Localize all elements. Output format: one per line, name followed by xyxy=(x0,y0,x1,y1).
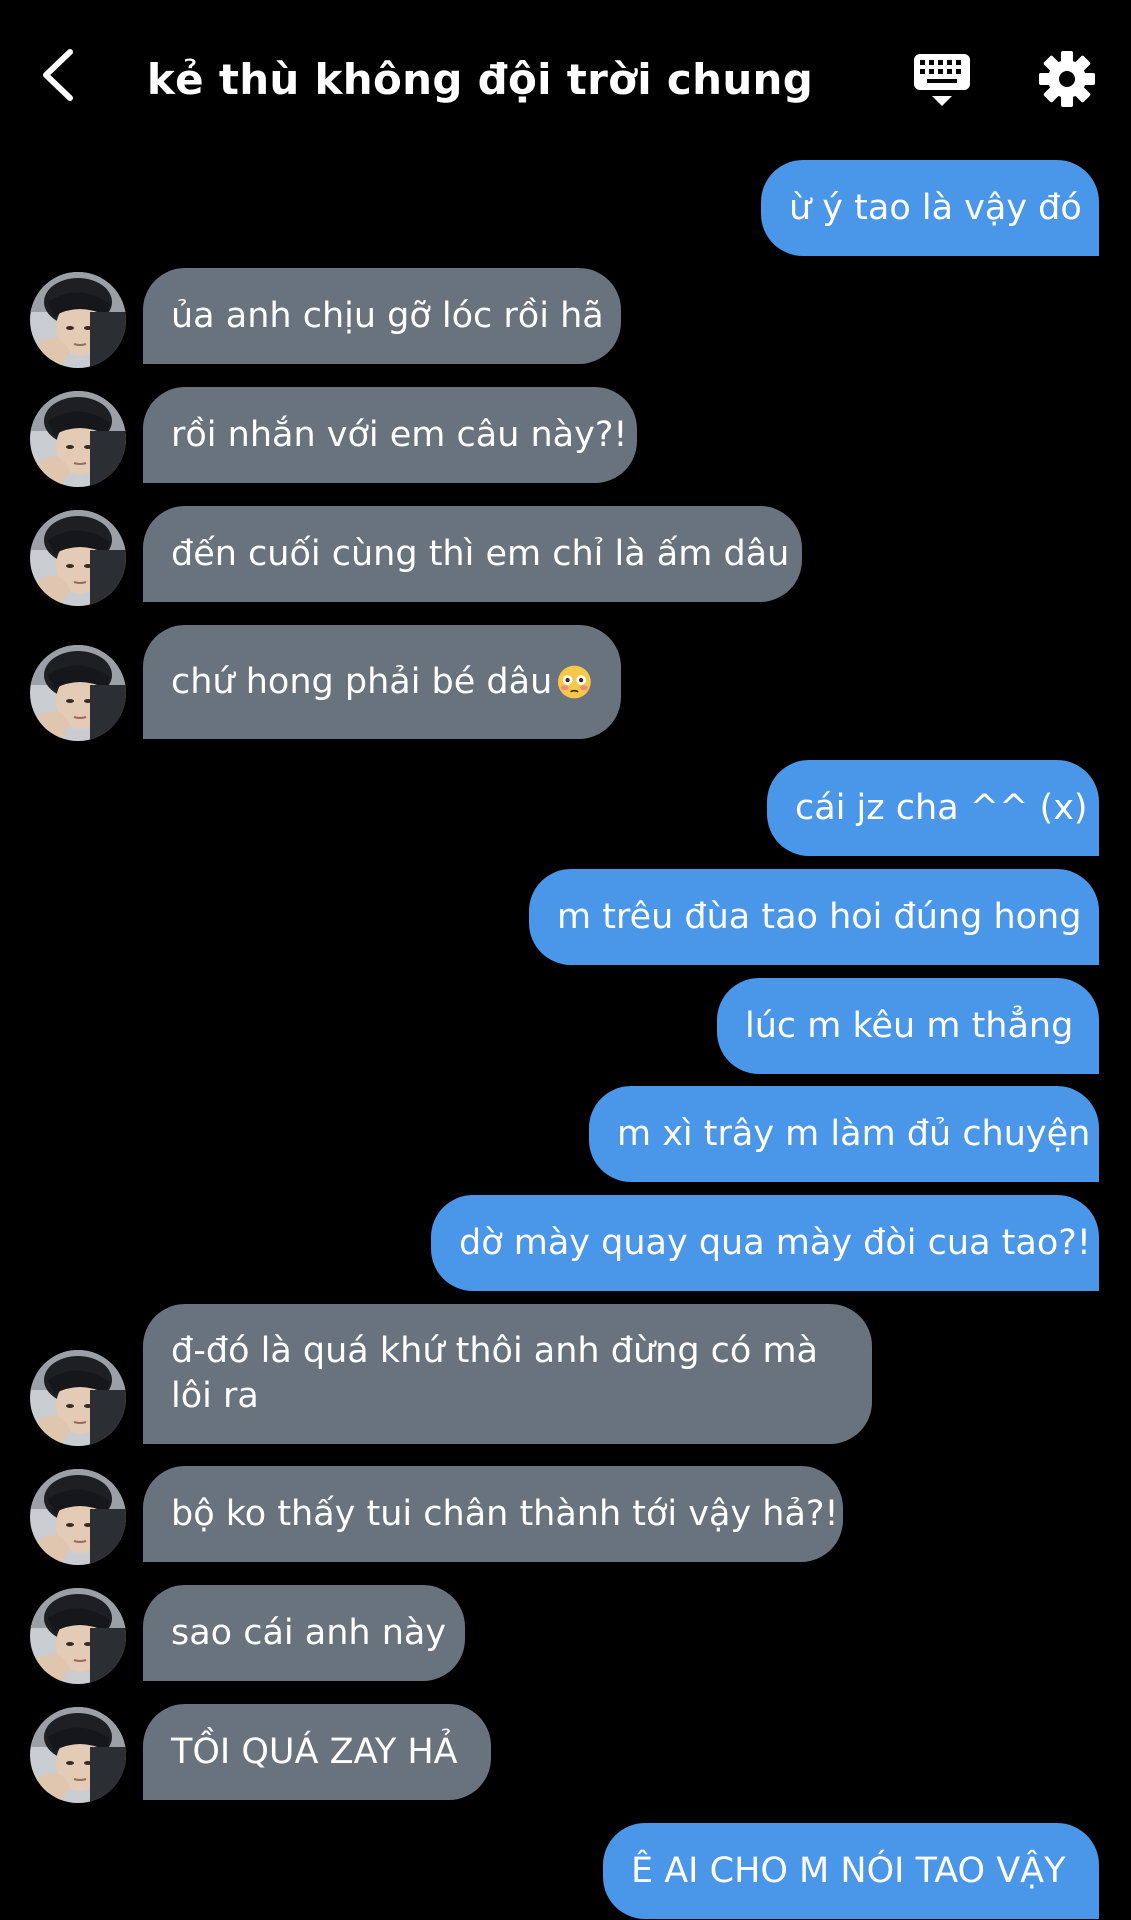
message-bubble-sent[interactable]: m trêu đùa tao hoi đúng hong xyxy=(529,869,1099,965)
avatar-image xyxy=(30,391,126,487)
flushed-face-emoji-icon xyxy=(558,665,592,699)
message-bubble-received[interactable]: chứ hong phải bé dâu xyxy=(143,625,621,739)
message-bubble-sent[interactable]: dờ mày quay qua mày đòi cua tao?! xyxy=(431,1195,1099,1291)
chat-header: kẻ thù không đội trời chung xyxy=(0,0,1131,150)
message-bubble-received[interactable]: TỒI QUÁ ZAY HẢ xyxy=(143,1704,491,1800)
avatar-image xyxy=(30,1588,126,1684)
message-text: đ-đó là quá khứ thôi anh đừng có mà lôi … xyxy=(171,1331,818,1416)
keyboard-icon xyxy=(914,54,970,106)
message-bubble-sent[interactable]: cái jz cha ^^ (x) xyxy=(767,760,1099,856)
message-bubble-received[interactable]: đ-đó là quá khứ thôi anh đừng có mà lôi … xyxy=(143,1304,872,1444)
message-bubble-sent[interactable]: Ê AI CHO M NÓI TAO VẬY xyxy=(603,1823,1099,1919)
message-bubble-received[interactable]: đến cuối cùng thì em chỉ là ấm dâu xyxy=(143,506,802,602)
avatar[interactable] xyxy=(30,1707,126,1803)
message-text: m trêu đùa tao hoi đúng hong xyxy=(557,896,1082,937)
keyboard-button[interactable] xyxy=(910,50,974,110)
message-bubble-received[interactable]: ủa anh chịu gỡ lóc rồi hã xyxy=(143,268,621,364)
avatar[interactable] xyxy=(30,391,126,487)
message-text: bộ ko thấy tui chân thành tới vậy hả?! xyxy=(171,1493,839,1534)
message-text: TỒI QUÁ ZAY HẢ xyxy=(171,1731,458,1772)
message-text: dờ mày quay qua mày đòi cua tao?! xyxy=(459,1222,1091,1263)
avatar-image xyxy=(30,1707,126,1803)
message-bubble-received[interactable]: bộ ko thấy tui chân thành tới vậy hả?! xyxy=(143,1466,843,1562)
avatar-image xyxy=(30,1350,126,1446)
message-text: rồi nhắn với em câu này?! xyxy=(171,414,628,455)
message-bubble-received[interactable]: sao cái anh này xyxy=(143,1585,465,1681)
message-text: đến cuối cùng thì em chỉ là ấm dâu xyxy=(171,533,790,574)
message-bubble-received[interactable]: rồi nhắn với em câu này?! xyxy=(143,387,637,483)
gear-icon xyxy=(1039,51,1095,107)
avatar[interactable] xyxy=(30,1588,126,1684)
avatar-image xyxy=(30,510,126,606)
back-button[interactable] xyxy=(30,40,90,110)
avatar[interactable] xyxy=(30,510,126,606)
avatar-image xyxy=(30,272,126,368)
message-text: chứ hong phải bé dâu xyxy=(171,661,553,702)
avatar[interactable] xyxy=(30,272,126,368)
avatar[interactable] xyxy=(30,1469,126,1565)
message-text: Ê AI CHO M NÓI TAO VẬY xyxy=(631,1850,1066,1891)
message-text: ủa anh chịu gỡ lóc rồi hã xyxy=(171,295,604,336)
message-bubble-sent[interactable]: ừ ý tao là vậy đó xyxy=(761,160,1099,256)
message-text: lúc m kêu m thẳng xyxy=(745,1005,1074,1046)
avatar[interactable] xyxy=(30,1350,126,1446)
message-text: sao cái anh này xyxy=(171,1612,447,1653)
avatar-image xyxy=(30,1469,126,1565)
conversation-title: kẻ thù không đội trời chung xyxy=(146,55,814,104)
avatar-image xyxy=(30,645,126,741)
message-text: cái jz cha ^^ (x) xyxy=(795,787,1088,828)
settings-button[interactable] xyxy=(1038,50,1096,108)
chevron-left-icon xyxy=(43,49,73,101)
message-bubble-sent[interactable]: lúc m kêu m thẳng xyxy=(717,978,1099,1074)
avatar[interactable] xyxy=(30,645,126,741)
message-bubble-sent[interactable]: m xì trây m làm đủ chuyện xyxy=(589,1086,1099,1182)
message-text: m xì trây m làm đủ chuyện xyxy=(617,1113,1091,1154)
message-text: ừ ý tao là vậy đó xyxy=(789,187,1082,228)
